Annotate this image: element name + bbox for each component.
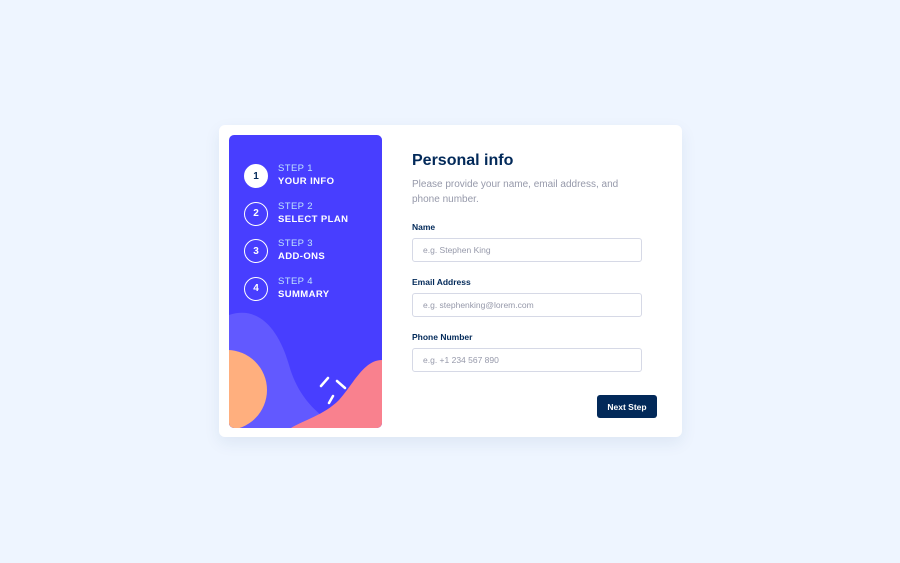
name-field-group: Name: [412, 217, 657, 262]
step-title: YOUR INFO: [278, 176, 335, 187]
step-label: STEP 3: [278, 238, 313, 249]
step-label: STEP 1: [278, 163, 313, 174]
email-field-group: Email Address: [412, 272, 657, 317]
step-title: ADD-ONS: [278, 251, 326, 262]
email-label: Email Address: [412, 277, 471, 287]
phone-field-group: Phone Number: [412, 327, 657, 372]
step-3[interactable]: 3 STEP 3 ADD-ONS: [244, 238, 348, 264]
name-input[interactable]: [412, 238, 642, 262]
step-2[interactable]: 2 STEP 2 SELECT PLAN: [244, 201, 348, 227]
personal-info-form: Personal info Please provide your name, …: [412, 151, 657, 372]
step-label: STEP 4: [278, 275, 313, 287]
step-number: 3: [244, 239, 268, 263]
steps-sidebar: 1 STEP 1 YOUR INFO 2 STEP 2 SELECT PLAN …: [229, 135, 382, 428]
step-number: 4: [244, 276, 268, 301]
step-title: SELECT PLAN: [278, 213, 349, 225]
step-4[interactable]: 4 STEP 4 SUMMARY: [244, 276, 348, 302]
step-1[interactable]: 1 STEP 1 YOUR INFO: [244, 163, 348, 189]
step-number: 1: [244, 164, 268, 188]
step-title: SUMMARY: [278, 288, 330, 300]
phone-label: Phone Number: [412, 332, 473, 342]
phone-input[interactable]: [412, 348, 642, 372]
name-label: Name: [412, 222, 436, 232]
email-input[interactable]: [412, 293, 642, 317]
next-step-button[interactable]: Next Step: [597, 395, 657, 418]
form-card: 1 STEP 1 YOUR INFO 2 STEP 2 SELECT PLAN …: [219, 125, 682, 437]
step-number: 2: [244, 201, 268, 226]
page-subtitle: Please provide your name, email address,…: [412, 179, 619, 205]
step-label: STEP 2: [278, 200, 313, 212]
steps-list: 1 STEP 1 YOUR INFO 2 STEP 2 SELECT PLAN …: [244, 163, 348, 313]
page-title: Personal info: [412, 152, 514, 169]
